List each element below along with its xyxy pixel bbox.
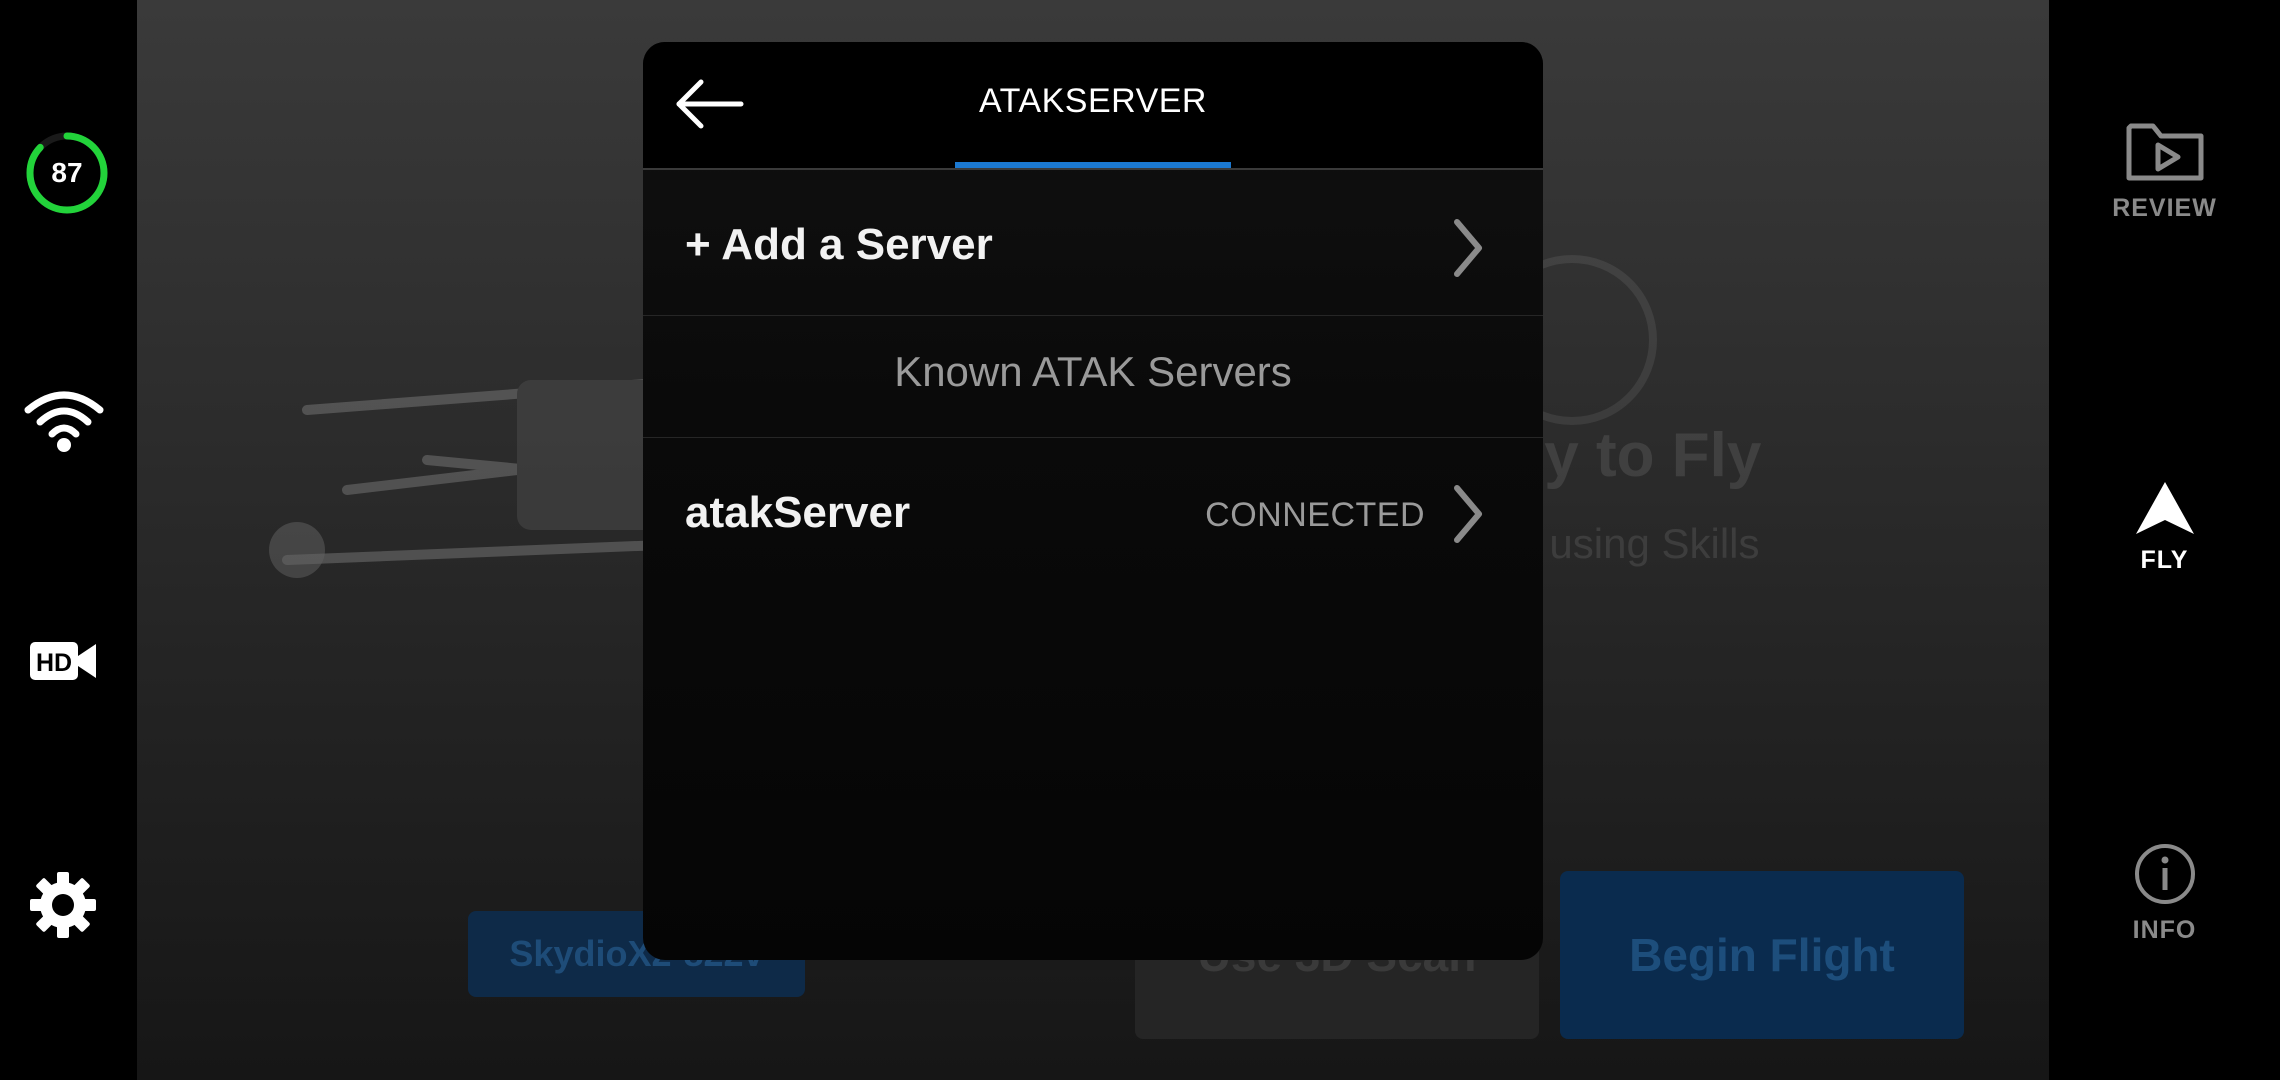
server-name: atakServer xyxy=(685,488,911,537)
info-icon xyxy=(2134,844,2195,904)
folder-play-icon xyxy=(2126,123,2203,181)
wifi-icon[interactable] xyxy=(22,388,106,452)
fly-button[interactable]: FLY xyxy=(2049,480,2280,575)
server-list-item[interactable]: atakServer CONNECTED xyxy=(643,438,1543,584)
known-servers-heading: Known ATAK Servers xyxy=(894,348,1292,395)
fly-arrow-icon xyxy=(2135,482,2194,534)
known-servers-section: Known ATAK Servers xyxy=(643,316,1543,438)
server-status: CONNECTED xyxy=(1205,496,1425,534)
svg-text:HD: HD xyxy=(36,649,72,677)
gear-icon[interactable] xyxy=(28,870,98,940)
info-label: INFO xyxy=(2132,916,2197,944)
atak-server-modal: ATAKSERVER + Add a Server Known ATAK Ser… xyxy=(643,42,1543,960)
review-button[interactable]: REVIEW xyxy=(2049,118,2280,223)
review-label: REVIEW xyxy=(2112,194,2217,222)
modal-header: ATAKSERVER xyxy=(643,42,1543,170)
fly-label: FLY xyxy=(2140,546,2189,574)
info-button[interactable]: INFO xyxy=(2049,842,2280,945)
add-server-label: + Add a Server xyxy=(685,220,993,269)
chevron-right-icon xyxy=(1454,219,1482,277)
begin-flight-button[interactable]: Begin Flight xyxy=(1560,871,1964,1039)
nav-rail: REVIEW FLY INFO xyxy=(2049,0,2280,1080)
hd-video-icon[interactable]: HD xyxy=(28,638,98,684)
title-underline xyxy=(955,162,1231,168)
battery-indicator[interactable]: 87 xyxy=(24,130,110,216)
chevron-right-icon xyxy=(1454,485,1482,543)
status-rail: 87 HD xyxy=(0,0,137,1080)
battery-level: 87 xyxy=(51,157,83,188)
modal-title: ATAKSERVER xyxy=(979,82,1207,120)
add-server-row[interactable]: + Add a Server xyxy=(643,172,1543,316)
